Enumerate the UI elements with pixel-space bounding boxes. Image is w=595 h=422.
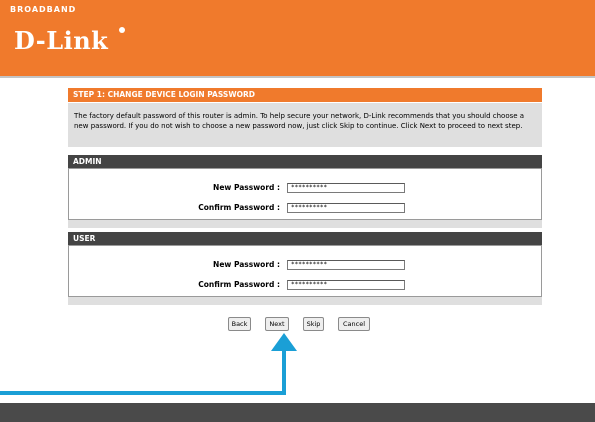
arrow-horizontal-segment (0, 391, 286, 395)
admin-confirm-password-label: Confirm Password : (198, 203, 280, 212)
step-title: STEP 1: CHANGE DEVICE LOGIN PASSWORD (68, 88, 542, 102)
footer-bar (0, 403, 595, 422)
user-section-title: USER (68, 232, 542, 245)
user-new-password-label: New Password : (213, 260, 280, 269)
step-description: The factory default password of this rou… (68, 103, 542, 147)
admin-section-title: ADMIN (68, 155, 542, 168)
admin-new-password-input[interactable] (287, 183, 405, 193)
arrow-vertical-segment (282, 350, 286, 395)
user-section-band (68, 297, 542, 305)
user-new-password-input[interactable] (287, 260, 405, 270)
admin-section-band (68, 220, 542, 228)
logo-dot-icon (119, 27, 125, 33)
arrow-up-icon (271, 333, 297, 351)
next-button[interactable]: Next (265, 317, 289, 331)
user-confirm-password-label: Confirm Password : (198, 280, 280, 289)
dlink-logo: D-Link (14, 26, 109, 55)
skip-button[interactable]: Skip (303, 317, 324, 331)
admin-new-password-label: New Password : (213, 183, 280, 192)
user-confirm-password-input[interactable] (287, 280, 405, 290)
back-button[interactable]: Back (228, 317, 251, 331)
cancel-button[interactable]: Cancel (338, 317, 370, 331)
footer-brand-text: BROADBAND (10, 5, 77, 14)
admin-confirm-password-input[interactable] (287, 203, 405, 213)
